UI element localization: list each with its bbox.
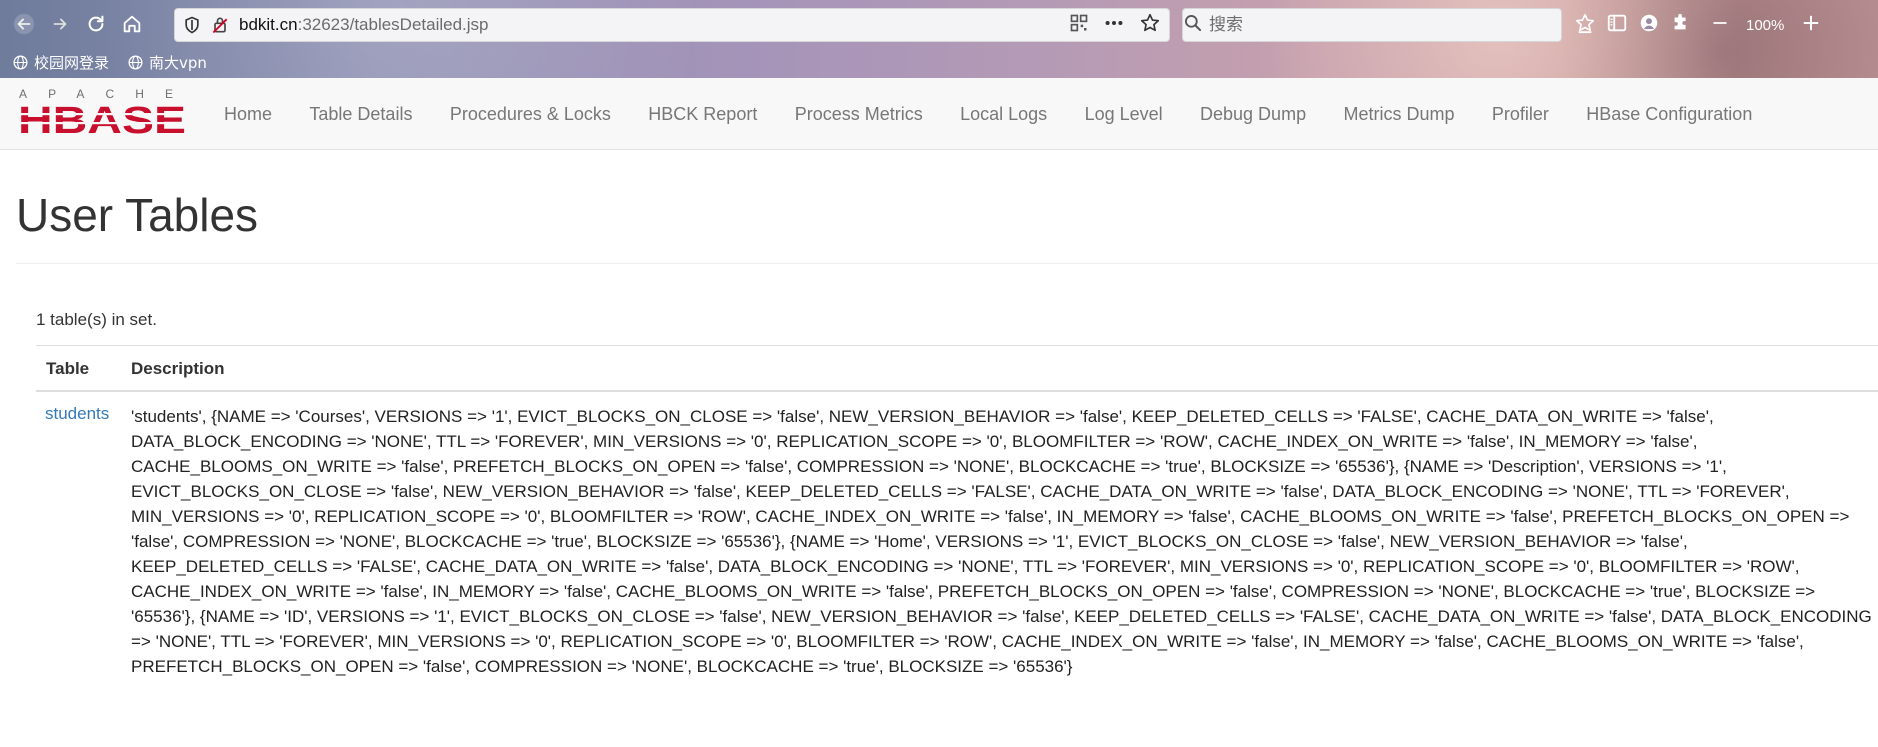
column-header-table: Table — [46, 359, 90, 378]
hbase-logo[interactable]: APACHE HBASE — [16, 87, 188, 135]
url-path: :32623/tablesDetailed.jsp — [297, 15, 489, 34]
nav-link-metrics-dump[interactable]: Metrics Dump — [1325, 104, 1473, 125]
nav-links: Home Table Details Procedures & Locks HB… — [205, 78, 1771, 150]
shield-icon[interactable] — [181, 14, 203, 36]
nav-link-hbase-configuration[interactable]: HBase Configuration — [1568, 104, 1771, 125]
bookmark-label: 校园网登录 — [34, 53, 110, 72]
reload-icon[interactable] — [80, 8, 112, 40]
bookmark-item[interactable]: 校园网登录 — [12, 52, 109, 73]
logo-apache-text: APACHE — [19, 87, 185, 101]
column-header-description: Description — [131, 359, 225, 378]
browser-tools: 100% — [1574, 8, 1822, 42]
star-icon[interactable] — [1139, 12, 1161, 39]
browser-toolbar: bdkit.cn:32623/tablesDetailed.jsp 搜索 100… — [0, 0, 1878, 78]
nav-link-profiler[interactable]: Profiler — [1473, 104, 1567, 125]
nav-link-table-details[interactable]: Table Details — [291, 104, 431, 125]
nav-link-process-metrics[interactable]: Process Metrics — [776, 104, 941, 125]
nav-link-log-level[interactable]: Log Level — [1066, 104, 1181, 125]
extension-icon[interactable] — [1670, 12, 1692, 39]
nav-buttons — [8, 8, 148, 40]
bookmark-star-icon[interactable] — [1574, 12, 1596, 39]
table-name-link[interactable]: students — [45, 404, 109, 424]
url-text[interactable]: bdkit.cn:32623/tablesDetailed.jsp — [239, 15, 489, 35]
address-bar[interactable]: bdkit.cn:32623/tablesDetailed.jsp — [174, 8, 1170, 42]
search-input[interactable] — [1209, 15, 1509, 35]
more-icon[interactable] — [1103, 12, 1125, 39]
title-divider — [16, 263, 1878, 264]
nav-link-debug-dump[interactable]: Debug Dump — [1181, 104, 1324, 125]
table-header: Table Description — [36, 345, 1878, 392]
search-icon — [1183, 13, 1203, 38]
zoom-level[interactable]: 100% — [1746, 17, 1784, 34]
nav-link-procedures-locks[interactable]: Procedures & Locks — [431, 104, 629, 125]
browser-search-bar[interactable] — [1182, 8, 1562, 42]
account-icon[interactable] — [1638, 12, 1660, 39]
table-row: students 'students', {NAME => 'Courses',… — [36, 392, 1878, 682]
hbase-navbar: APACHE HBASE Home Table Details Procedur… — [0, 78, 1878, 150]
home-icon[interactable] — [116, 8, 148, 40]
forward-icon[interactable] — [44, 8, 76, 40]
insecure-lock-icon[interactable] — [209, 14, 231, 36]
back-icon[interactable] — [8, 8, 40, 40]
sidebar-icon[interactable] — [1606, 12, 1628, 39]
url-actions — [1069, 9, 1161, 41]
zoom-out-icon[interactable] — [1710, 13, 1730, 38]
globe-icon — [128, 54, 143, 70]
table-count: 1 table(s) in set. — [36, 310, 157, 329]
logo-hbase-text: HBASE — [18, 100, 186, 135]
zoom-in-icon[interactable] — [1800, 12, 1822, 39]
bookmark-label: 南大vpn — [149, 53, 207, 72]
url-host: bdkit.cn — [239, 15, 298, 34]
bookmarks-bar: 校园网登录 南大vpn — [12, 50, 207, 74]
bookmark-item[interactable]: 南大vpn — [127, 52, 207, 73]
nav-link-home[interactable]: Home — [205, 104, 291, 125]
nav-link-hbck-report[interactable]: HBCK Report — [630, 104, 776, 125]
page-title: User Tables — [16, 189, 259, 241]
table-description: 'students', {NAME => 'Courses', VERSIONS… — [131, 407, 1872, 676]
globe-icon — [13, 54, 28, 70]
qr-code-icon[interactable] — [1069, 13, 1089, 38]
nav-link-local-logs[interactable]: Local Logs — [941, 104, 1065, 125]
